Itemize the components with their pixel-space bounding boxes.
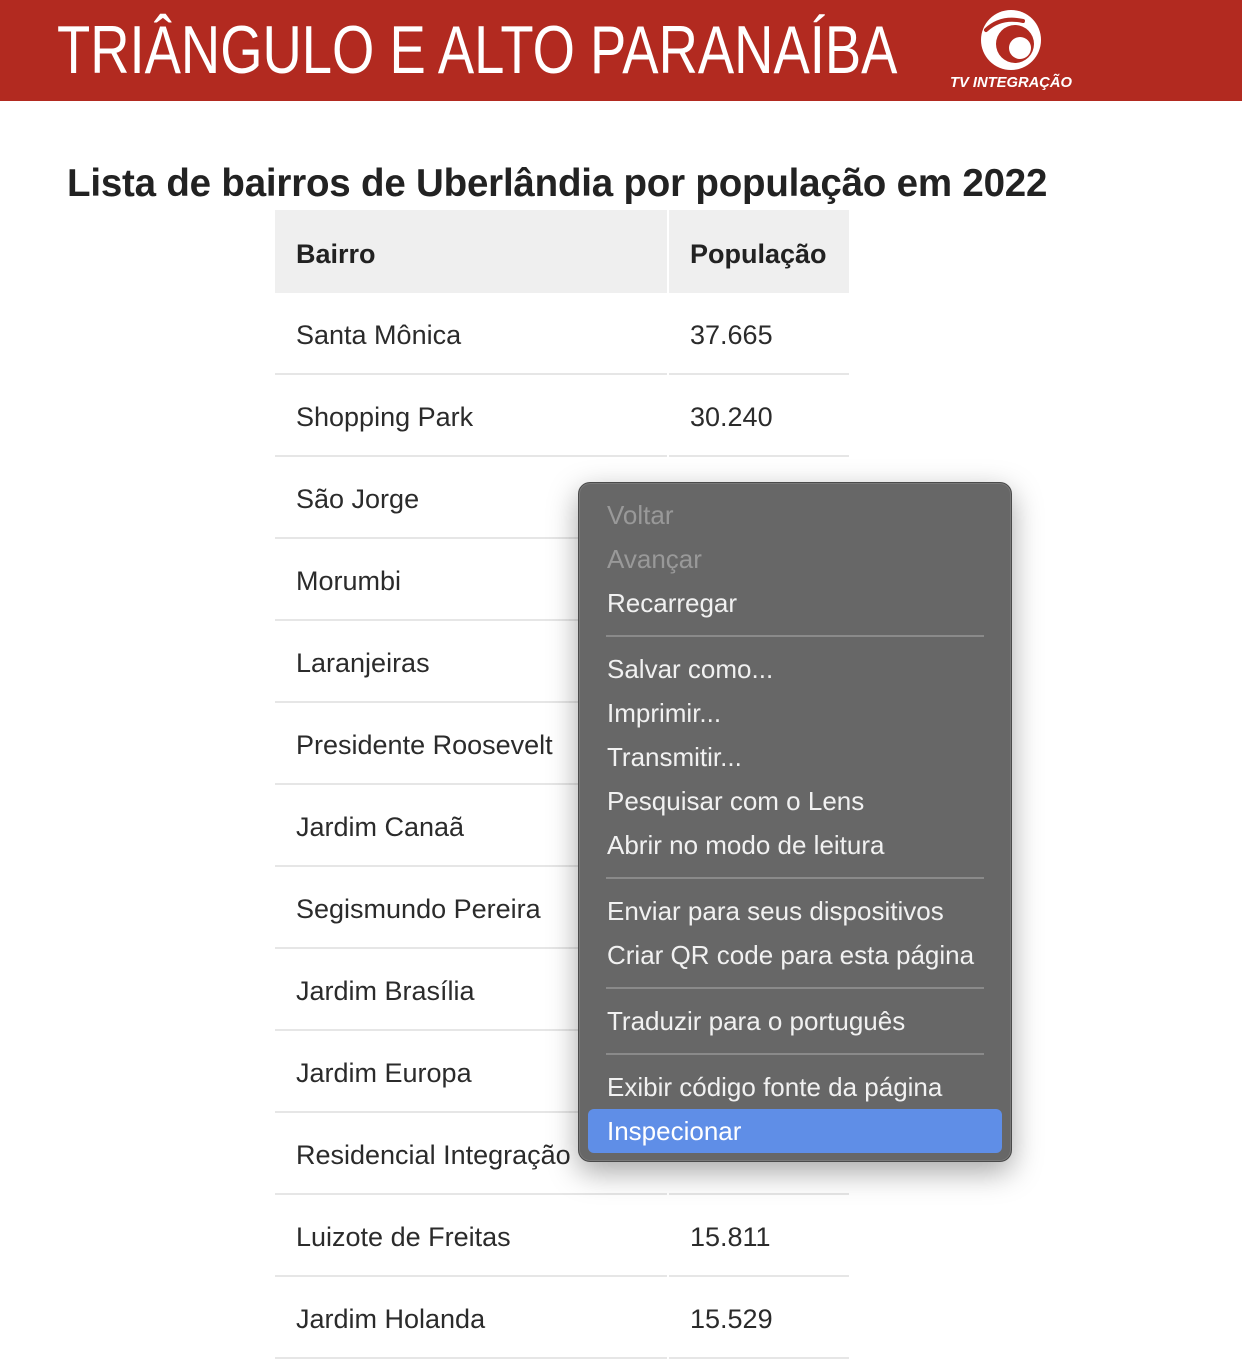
column-header-populacao: População xyxy=(669,210,849,293)
section-title-link[interactable]: TRIÂNGULO E ALTO PARANAÍBA xyxy=(57,16,897,84)
menu-separator xyxy=(588,977,1002,999)
table-cell-populacao: 15.529 xyxy=(669,1277,849,1359)
column-header-bairro: Bairro xyxy=(275,210,667,293)
menu-item-recarregar[interactable]: Recarregar xyxy=(588,581,1002,625)
tv-integracao-logo[interactable]: TV INTEGRAÇÃO xyxy=(945,6,1077,96)
menu-item-avancar: Avançar xyxy=(607,544,702,574)
menu-item-enviar-dispositivos[interactable]: Enviar para seus dispositivos xyxy=(588,889,1002,933)
table-cell-populacao: 15.811 xyxy=(669,1195,849,1277)
menu-item-salvar-como[interactable]: Salvar como... xyxy=(588,647,1002,691)
menu-item-imprimir[interactable]: Imprimir... xyxy=(588,691,1002,735)
menu-item-criar-qr-code[interactable]: Criar QR code para esta página xyxy=(588,933,1002,977)
menu-separator xyxy=(588,1043,1002,1065)
table-cell-bairro: Luizote de Freitas xyxy=(275,1195,667,1277)
table-cell-bairro: Jardim Holanda xyxy=(275,1277,667,1359)
site-banner: TRIÂNGULO E ALTO PARANAÍBA TV INTEGRAÇÃO xyxy=(0,0,1242,101)
table-title: Lista de bairros de Uberlândia por popul… xyxy=(67,162,1048,205)
table-cell-bairro: Shopping Park xyxy=(275,375,667,457)
table-cell-populacao: 30.240 xyxy=(669,375,849,457)
menu-item-pesquisar-com-lens[interactable]: Pesquisar com o Lens xyxy=(588,779,1002,823)
menu-separator xyxy=(588,867,1002,889)
menu-item-traduzir[interactable]: Traduzir para o português xyxy=(588,999,1002,1043)
logo-text: TV INTEGRAÇÃO xyxy=(950,73,1072,91)
menu-item-voltar: Voltar xyxy=(607,500,674,530)
table-cell-bairro: Santa Mônica xyxy=(275,293,667,375)
menu-separator xyxy=(588,625,1002,647)
menu-item-exibir-codigo-fonte[interactable]: Exibir código fonte da página xyxy=(588,1065,1002,1109)
menu-item-inspecionar[interactable]: Inspecionar xyxy=(588,1109,1002,1153)
context-menu: Voltar Avançar Recarregar Salvar como...… xyxy=(578,482,1012,1162)
table-cell-populacao: 37.665 xyxy=(669,293,849,375)
menu-item-abrir-modo-leitura[interactable]: Abrir no modo de leitura xyxy=(588,823,1002,867)
tv-integracao-logo-icon: TV INTEGRAÇÃO xyxy=(950,10,1072,91)
menu-item-transmitir[interactable]: Transmitir... xyxy=(588,735,1002,779)
